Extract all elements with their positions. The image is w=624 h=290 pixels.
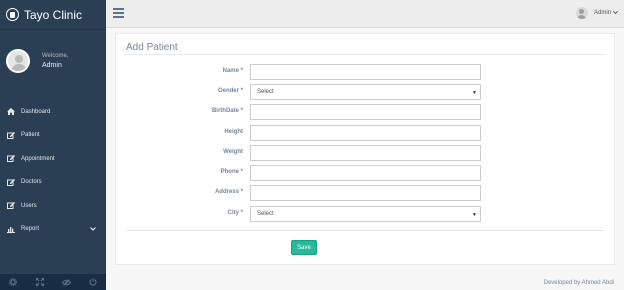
gender-label: Gender * <box>217 88 243 94</box>
phone-field[interactable] <box>250 165 481 181</box>
settings-icon <box>9 278 18 286</box>
caret-down-icon: ▼ <box>472 90 477 96</box>
sidebar-item-label: Doctors <box>21 179 42 186</box>
weight-label: Weight <box>223 149 243 155</box>
settings-button[interactable] <box>0 274 26 290</box>
sidebar-item-label: Appointment <box>21 155 55 162</box>
sidebar-item-doctors[interactable]: Doctors <box>0 171 106 195</box>
sidebar-footer <box>0 274 106 290</box>
add-patient-panel: Add Patient Name * Gender * Select ▼ Bir… <box>115 33 615 265</box>
hospital-icon <box>6 8 19 21</box>
sidebar-item-appointment[interactable]: Appointment <box>0 147 106 171</box>
edit-icon <box>7 178 15 186</box>
height-field[interactable] <box>250 125 481 141</box>
logout-button[interactable] <box>80 274 106 290</box>
form-row-phone: Phone * <box>116 165 616 181</box>
form-row-name: Name * <box>116 64 616 80</box>
birthdate-label: BirthDate * <box>211 108 243 114</box>
brand[interactable]: Tayo Clinic <box>0 0 106 30</box>
footer-credit: Developed by Ahmed Abdi <box>543 280 614 286</box>
title-divider <box>124 54 606 55</box>
form-row-height: Height <box>116 125 616 141</box>
sidebar-item-patient[interactable]: Patient <box>0 124 106 148</box>
city-select[interactable]: Select ▼ <box>250 206 481 222</box>
edit-icon <box>7 202 15 210</box>
profile-name: Admin <box>42 62 62 69</box>
edit-icon <box>7 131 15 139</box>
profile: Welcome, Admin <box>0 30 106 86</box>
bar-chart-icon <box>7 226 15 233</box>
sidebar-nav: Dashboard Patient Appointment Doctors Us… <box>0 100 106 241</box>
power-icon <box>89 278 97 286</box>
form-row-address: Address * <box>116 185 616 201</box>
sidebar: Tayo Clinic Welcome, Admin Dashboard Pat… <box>0 0 106 290</box>
address-field[interactable] <box>250 185 481 201</box>
gender-select-value: Select <box>257 89 274 95</box>
sidebar-item-users[interactable]: Users <box>0 194 106 218</box>
brand-title: Tayo Clinic <box>24 7 83 22</box>
address-label: Address * <box>214 189 243 195</box>
page-title: Add Patient <box>126 42 178 53</box>
sidebar-item-report[interactable]: Report <box>0 218 106 242</box>
form-row-birthdate: BirthDate * <box>116 104 616 120</box>
top-navbar: Admin <box>106 0 624 28</box>
eye-slash-icon <box>61 278 71 286</box>
name-label: Name * <box>222 68 243 74</box>
sidebar-item-label: Patient <box>21 132 40 139</box>
user-menu-label: Admin <box>593 10 611 16</box>
edit-icon <box>7 155 15 163</box>
sidebar-item-dashboard[interactable]: Dashboard <box>0 100 106 124</box>
caret-down-icon: ▼ <box>472 212 477 218</box>
chevron-down-icon <box>90 226 96 233</box>
gender-select[interactable]: Select ▼ <box>250 84 481 100</box>
weight-field[interactable] <box>250 145 481 161</box>
fullscreen-button[interactable] <box>27 274 53 290</box>
user-menu[interactable]: Admin <box>575 7 619 19</box>
avatar <box>575 7 588 19</box>
welcome-text: Welcome, <box>42 53 69 59</box>
sidebar-item-label: Users <box>21 202 37 209</box>
birthdate-field[interactable] <box>250 104 481 120</box>
form-row-gender: Gender * Select ▼ <box>116 84 616 100</box>
sidebar-item-label: Dashboard <box>21 108 51 115</box>
chevron-down-icon <box>612 10 619 16</box>
menu-toggle-icon[interactable] <box>113 8 124 18</box>
city-select-value: Select <box>257 211 274 217</box>
home-icon <box>7 108 15 116</box>
form-row-weight: Weight <box>116 145 616 161</box>
name-field[interactable] <box>250 64 481 80</box>
form-row-city: City * Select ▼ <box>116 206 616 222</box>
avatar <box>6 49 30 73</box>
phone-label: Phone * <box>220 169 243 175</box>
city-label: City * <box>227 210 243 216</box>
sidebar-item-label: Report <box>21 226 40 233</box>
lock-button[interactable] <box>53 274 79 290</box>
fullscreen-icon <box>35 278 44 286</box>
height-label: Height <box>224 129 243 135</box>
form-divider <box>126 230 604 231</box>
save-button[interactable]: Save <box>291 240 317 255</box>
